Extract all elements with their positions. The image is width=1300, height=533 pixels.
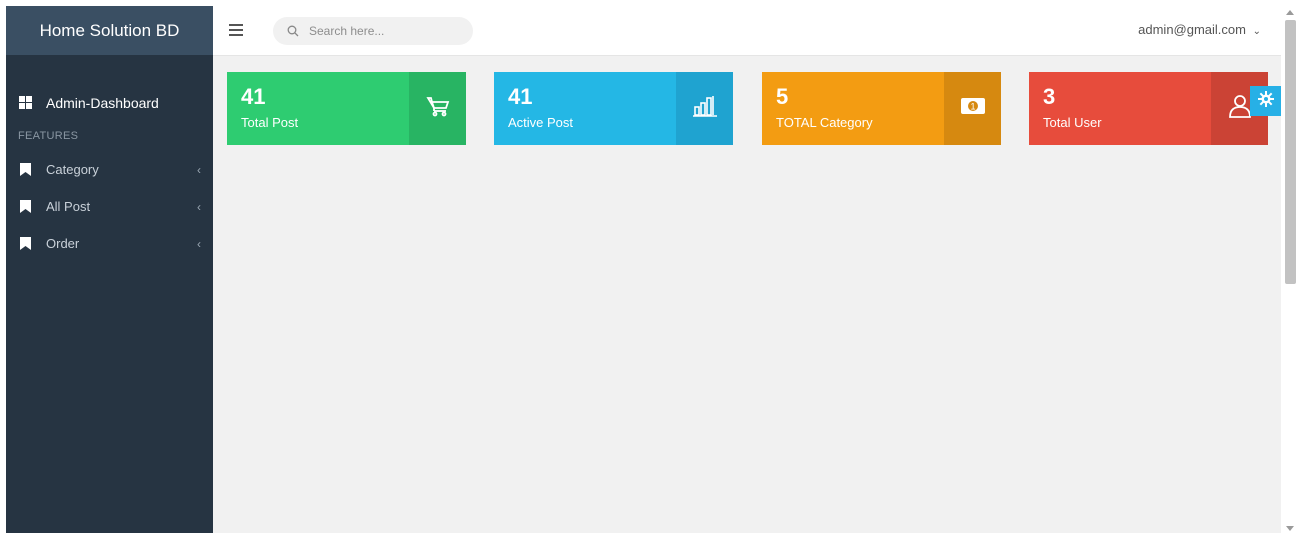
sidebar-item-label: Order xyxy=(46,236,80,251)
chevron-left-icon: ‹ xyxy=(197,236,201,251)
stat-card-active-post[interactable]: 41 Active Post xyxy=(494,72,733,145)
chevron-left-icon: ‹ xyxy=(197,162,201,177)
stat-label: Active Post xyxy=(508,115,574,130)
stat-icon-box: 1 xyxy=(944,72,1001,145)
money-icon: 1 xyxy=(960,97,986,120)
stat-count: 3 xyxy=(1043,84,1056,109)
sidebar-item-order[interactable]: Order ‹ xyxy=(6,225,213,262)
sidebar-item-category[interactable]: Category ‹ xyxy=(6,151,213,188)
search-icon xyxy=(287,25,299,37)
sidebar-item-all-post[interactable]: All Post ‹ xyxy=(6,188,213,225)
scroll-up-arrow-icon[interactable] xyxy=(1286,10,1294,15)
app-frame: Home Solution BD Admin-Dashboard FEATURE… xyxy=(6,6,1281,533)
bar-chart-icon xyxy=(692,95,717,122)
scroll-thumb[interactable] xyxy=(1285,20,1296,284)
stat-count: 5 xyxy=(776,84,789,109)
bookmark-icon xyxy=(18,163,32,177)
vertical-scrollbar[interactable] xyxy=(1281,6,1300,533)
stat-icon-box xyxy=(676,72,733,145)
gear-icon xyxy=(1258,90,1274,112)
dashboard-grid-icon xyxy=(18,96,32,110)
sidebar-item-label: Admin-Dashboard xyxy=(46,94,159,111)
bookmark-icon xyxy=(18,237,32,251)
sidebar-item-label: All Post xyxy=(46,199,91,214)
user-email: admin@gmail.com xyxy=(1138,22,1246,37)
svg-text:1: 1 xyxy=(970,102,975,112)
features-section-label: FEATURES xyxy=(18,130,79,142)
stat-label: Total Post xyxy=(241,115,299,130)
search-box xyxy=(273,17,473,45)
stat-count: 41 xyxy=(508,84,533,109)
search-input[interactable] xyxy=(307,23,461,39)
user-menu[interactable]: admin@gmail.com ⌄ xyxy=(1138,22,1261,37)
cart-icon xyxy=(425,94,450,123)
stat-card-total-category[interactable]: 5 TOTAL Category 1 xyxy=(762,72,1001,145)
sidebar-item-label: Category xyxy=(46,162,99,177)
stat-label: Total User xyxy=(1043,115,1102,130)
user-icon xyxy=(1227,93,1253,124)
stat-label: TOTAL Category xyxy=(776,115,873,130)
stat-icon-box xyxy=(409,72,466,145)
brand-title[interactable]: Home Solution BD xyxy=(6,6,213,55)
top-header: admin@gmail.com ⌄ xyxy=(213,6,1281,56)
chevron-down-icon: ⌄ xyxy=(1252,26,1261,37)
stat-card-total-post[interactable]: 41 Total Post xyxy=(227,72,466,145)
chevron-left-icon: ‹ xyxy=(197,199,201,214)
settings-gear-button[interactable] xyxy=(1250,86,1281,116)
stat-card-total-user[interactable]: 3 Total User xyxy=(1029,72,1268,145)
stat-count: 41 xyxy=(241,84,266,109)
sidebar: Home Solution BD Admin-Dashboard FEATURE… xyxy=(6,6,213,533)
hamburger-menu-icon[interactable] xyxy=(229,23,243,36)
bookmark-icon xyxy=(18,200,32,214)
scroll-down-arrow-icon[interactable] xyxy=(1286,526,1294,531)
sidebar-menu: Admin-Dashboard FEATURES Category ‹ All … xyxy=(6,55,213,262)
sidebar-item-dashboard[interactable]: Admin-Dashboard xyxy=(6,84,213,121)
